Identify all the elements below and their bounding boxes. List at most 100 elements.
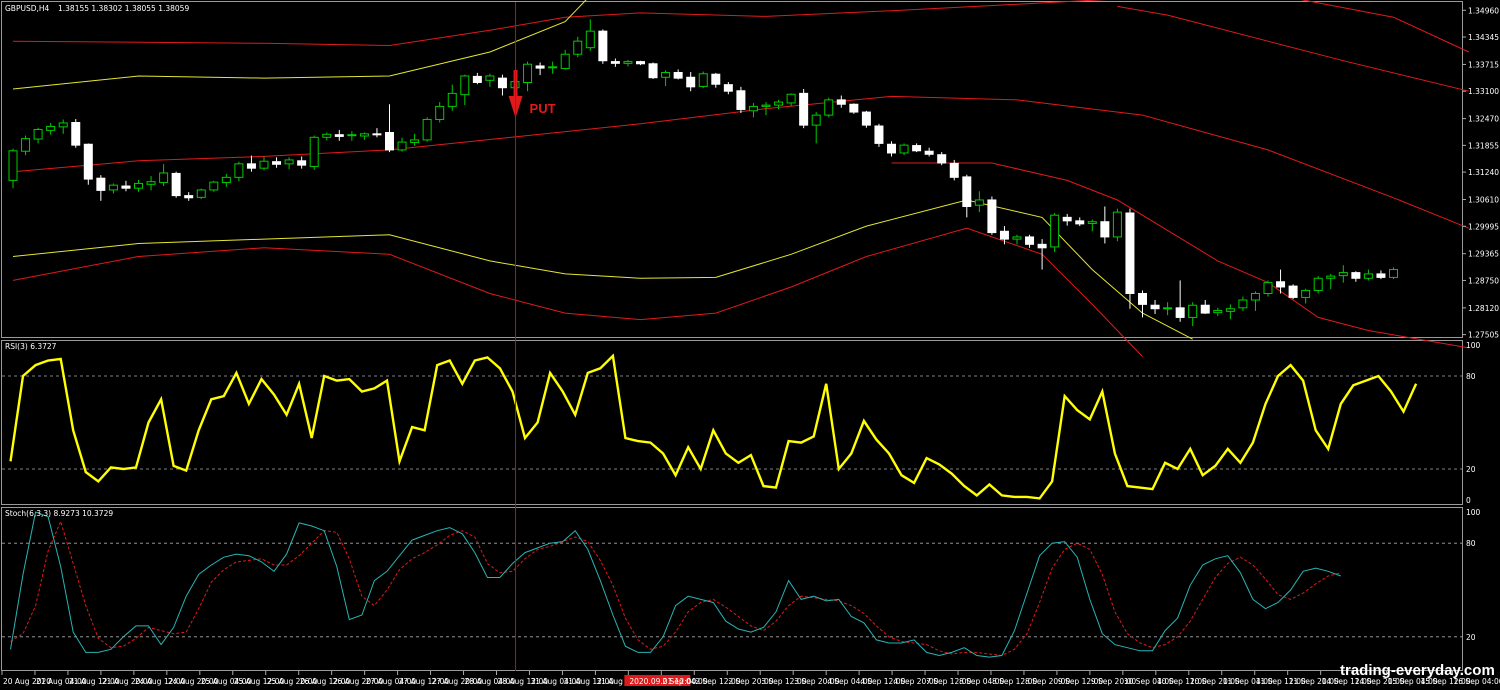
candle-body (1250, 292, 1260, 301)
candle-body (1188, 304, 1198, 318)
candle-body (1225, 308, 1235, 312)
candle-body (33, 128, 43, 140)
osc-tick-label: 100 (1466, 508, 1481, 517)
candle-body (811, 114, 821, 126)
candle-body (435, 105, 445, 120)
candle-body (171, 172, 181, 197)
candle-body (83, 143, 93, 180)
osc-tick-label: 20 (1466, 633, 1476, 642)
candle-body (736, 90, 746, 110)
candle-body (234, 163, 244, 178)
chart-canvas: 1.34960 1.34345 1.33715 1.33100 1.32470 1.318… (0, 0, 1500, 690)
candle-body (1338, 272, 1348, 277)
candle-body (221, 176, 231, 184)
candle-body (1288, 285, 1298, 298)
candle-body (585, 30, 595, 49)
candle-body (623, 61, 633, 64)
candle-body (108, 184, 118, 191)
candle-body (1326, 275, 1336, 279)
candle-body (836, 99, 846, 105)
candle-body (1050, 214, 1060, 248)
price-tick-label: 1.28120 (1468, 304, 1499, 313)
candle-body (1213, 309, 1223, 314)
price-tick-label: 1.29995 (1468, 222, 1499, 231)
price-tick-label: 1.29365 (1468, 250, 1499, 259)
rsi-pane-title: RSI(3) 6.3727 (5, 342, 57, 351)
candle-body (497, 77, 507, 89)
candle-body (46, 125, 56, 131)
put-label: PUT (530, 101, 556, 116)
osc-tick-label: 80 (1466, 372, 1476, 381)
candle-body (71, 122, 81, 146)
watermark: trading-everyday.com (1340, 662, 1495, 679)
candle-body (472, 75, 482, 83)
candle-body (874, 125, 884, 144)
candle-body (1238, 299, 1248, 309)
price-tick-label: 1.34345 (1468, 33, 1499, 42)
candle-body (1012, 236, 1022, 240)
candle-body (1301, 289, 1311, 298)
candle-body (21, 138, 31, 152)
candle-body (1100, 221, 1110, 238)
candle-body (686, 76, 696, 88)
candle-body (1138, 292, 1147, 305)
candle-body (648, 63, 658, 79)
candle-body (1125, 212, 1135, 294)
candle-body (1263, 282, 1273, 294)
candle-body (1037, 243, 1047, 249)
candle-body (1313, 277, 1323, 291)
candle-body (196, 189, 206, 198)
osc-tick-label: 0 (1466, 496, 1471, 505)
candle-body (246, 163, 256, 169)
candle-body (447, 92, 457, 107)
candle-body (58, 122, 68, 128)
price-tick-label: 1.28750 (1468, 276, 1499, 285)
candle-body (372, 133, 382, 136)
candle-body (636, 61, 645, 65)
candle-body (485, 75, 495, 81)
candle-body (1062, 216, 1072, 222)
candle-body (359, 133, 369, 137)
candle-body (184, 195, 194, 199)
candle-body (1175, 307, 1185, 318)
price-tick-label: 1.31855 (1468, 141, 1499, 150)
candle-body (209, 181, 219, 191)
candle-body (523, 63, 533, 83)
candle-body (698, 73, 708, 87)
candle-body (548, 66, 558, 69)
chart-background (0, 0, 1500, 690)
price-tick-label: 1.31240 (1468, 168, 1499, 177)
candle-body (146, 181, 156, 185)
candle-body (1087, 221, 1097, 224)
price-tick-label: 1.34960 (1468, 6, 1499, 15)
candle-body (1389, 269, 1398, 278)
osc-tick-label: 20 (1466, 465, 1476, 474)
price-tick-label: 1.27505 (1468, 331, 1499, 340)
price-tick-label: 1.33715 (1468, 60, 1499, 69)
candle-body (987, 199, 997, 234)
candle-body (1276, 281, 1286, 288)
price-tick-label: 1.33100 (1468, 87, 1499, 96)
candle-body (723, 84, 733, 92)
candle-body (1376, 273, 1386, 278)
candle-body (974, 199, 984, 206)
candle-body (134, 182, 143, 189)
candle-body (711, 73, 721, 85)
candle-body (422, 118, 432, 141)
candle-body (610, 61, 620, 64)
candle-body (999, 230, 1009, 240)
candle-body (748, 105, 758, 112)
candle-body (937, 154, 947, 164)
candle-body (899, 144, 909, 154)
candle-body (661, 71, 671, 78)
candle-body (799, 92, 809, 126)
candle-body (1200, 304, 1210, 314)
candle-body (259, 160, 269, 169)
candle-body (322, 133, 332, 138)
candle-body (924, 150, 934, 155)
price-ohlc-readout: 1.38155 1.38302 1.38055 1.38059 (58, 4, 189, 13)
candle-body (96, 177, 106, 191)
candle-body (761, 104, 771, 107)
candle-body (1351, 272, 1361, 279)
osc-tick-label: 100 (1466, 341, 1481, 350)
